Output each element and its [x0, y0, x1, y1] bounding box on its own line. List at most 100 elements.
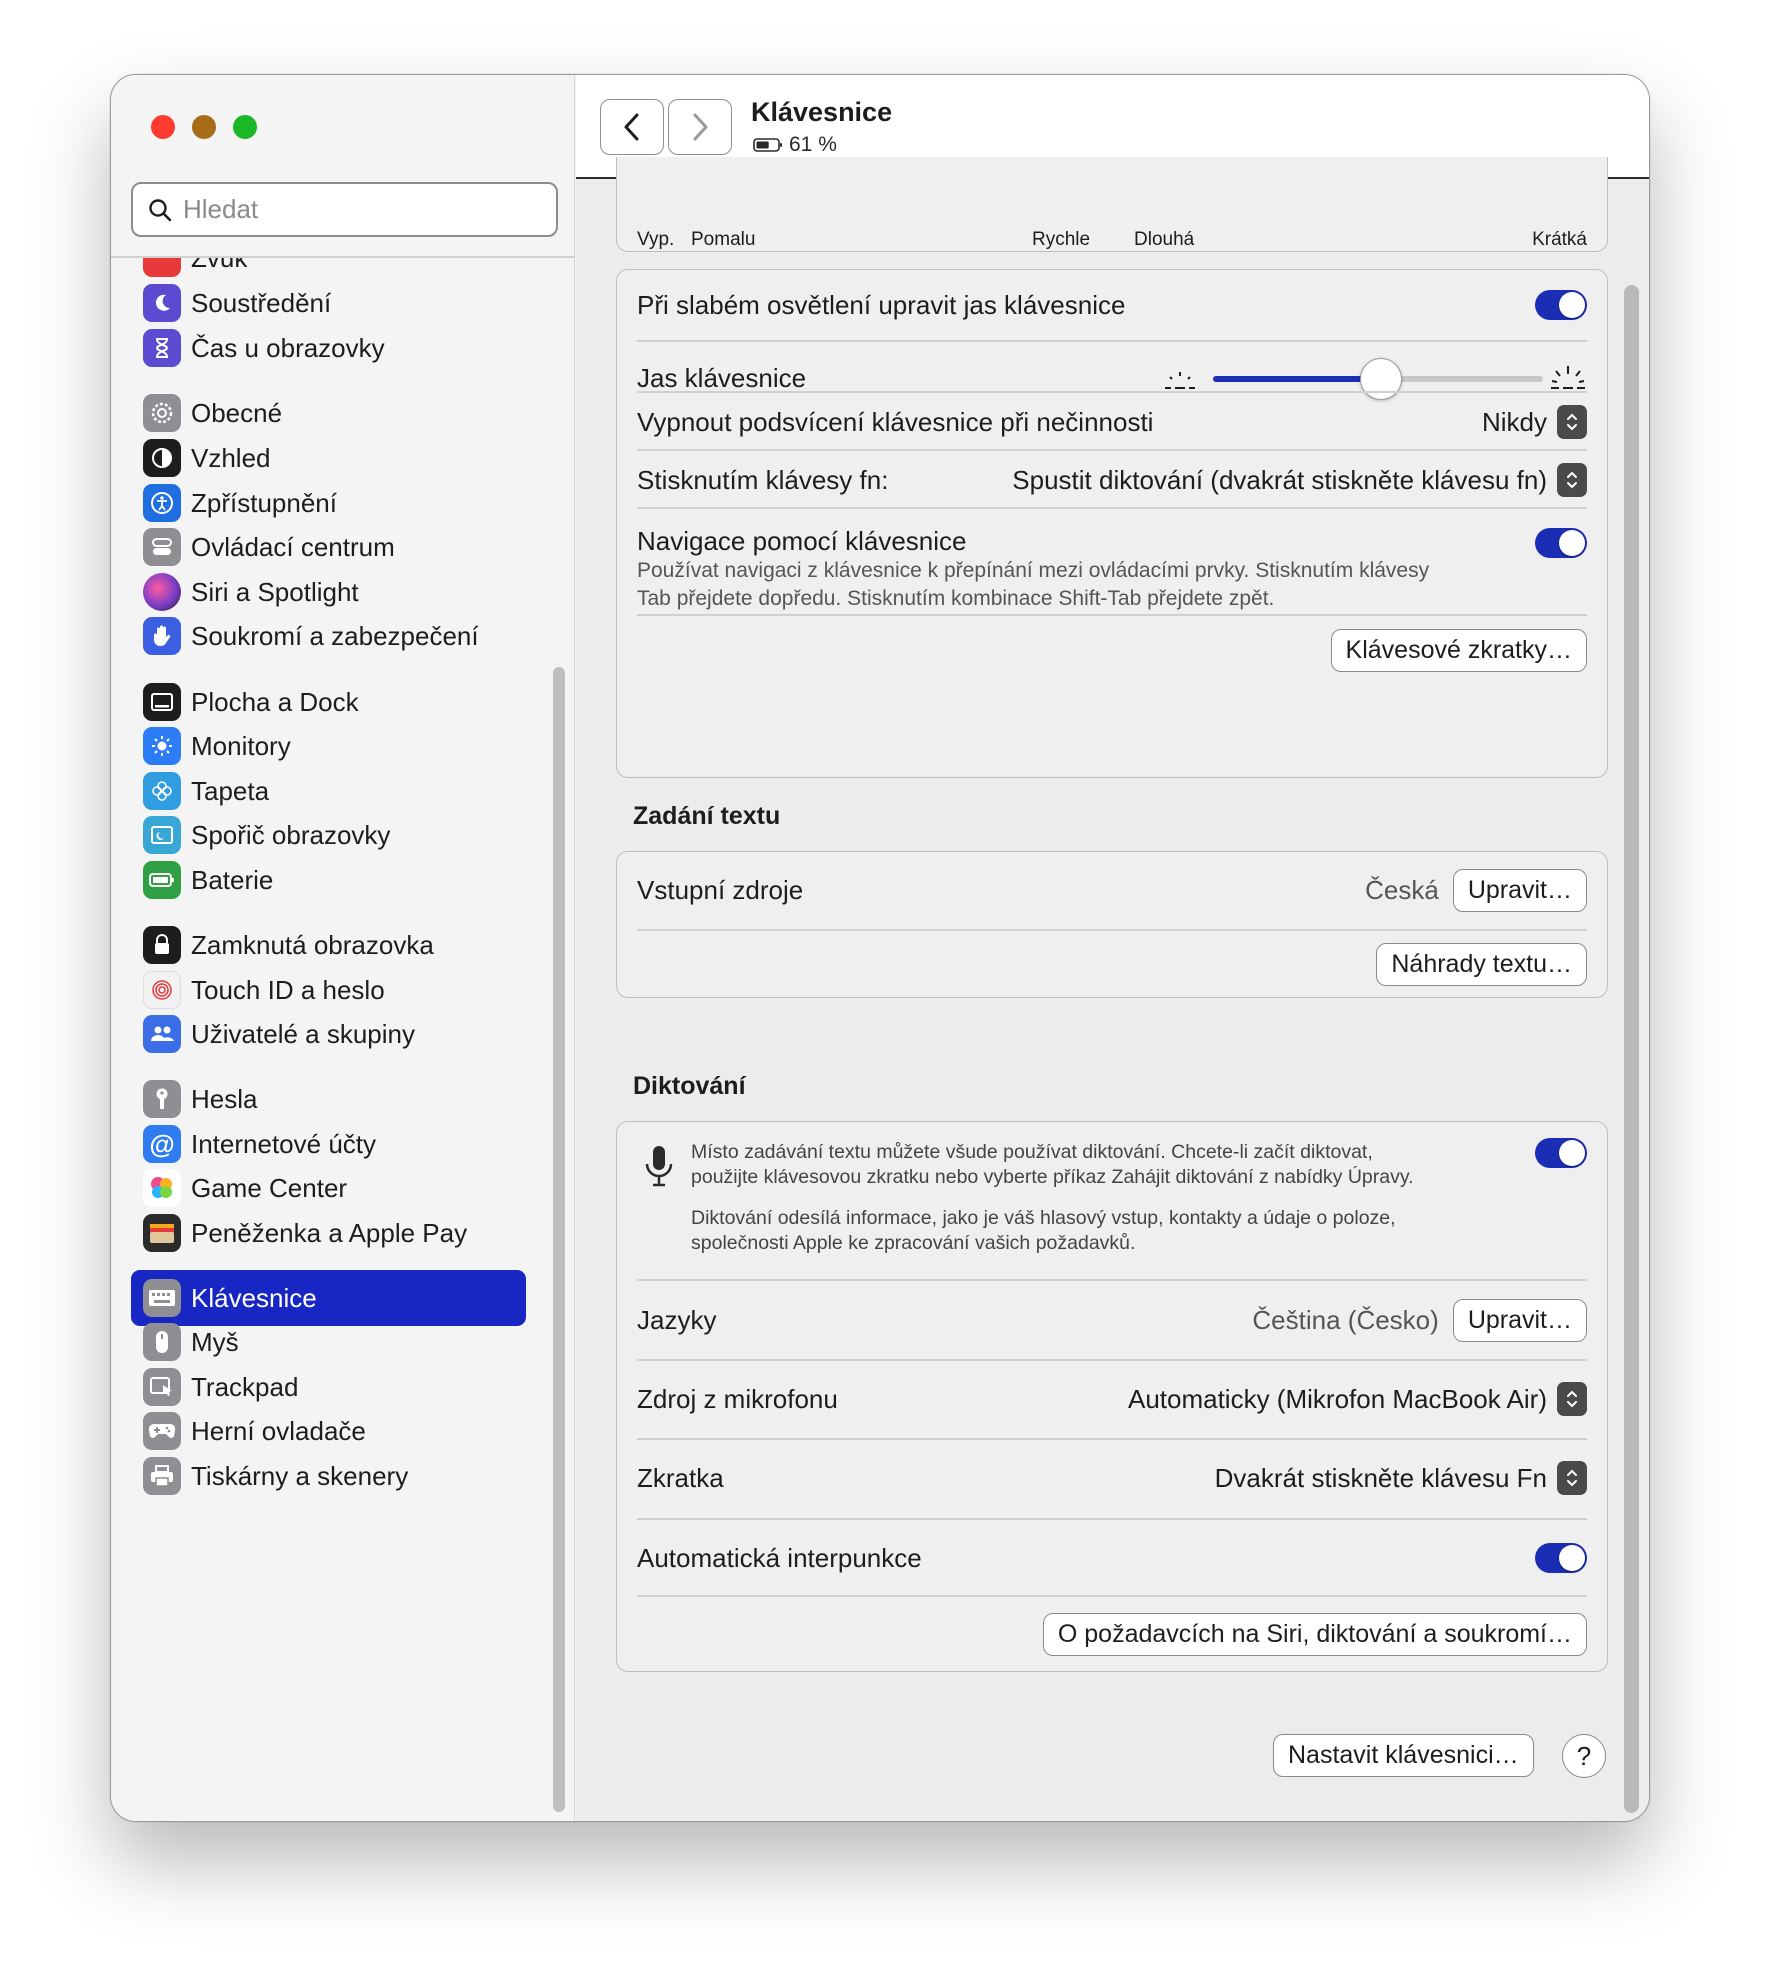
scale-label: Vyp. — [637, 229, 675, 250]
key-icon — [143, 1080, 181, 1118]
search-input[interactable] — [183, 194, 543, 225]
idle-off-value: Nikdy — [1481, 406, 1547, 437]
battery-status: 61 % — [753, 133, 837, 157]
microphone-source-label: Zdroj z mikrofonu — [637, 1383, 838, 1414]
scale-label: Krátká — [1532, 229, 1587, 250]
minimize-window-button[interactable] — [192, 115, 216, 139]
help-button[interactable]: ? — [1562, 1734, 1606, 1778]
dictation-card: Místo zadávání textu můžete všude použív… — [616, 1121, 1608, 1672]
battery-level-icon — [753, 138, 782, 152]
section-title-dictation: Diktování — [633, 1072, 746, 1100]
siri-privacy-button[interactable]: O požadavcích na Siri, diktování a soukr… — [1042, 1612, 1587, 1656]
sidebar-item-battery[interactable]: Baterie — [131, 852, 526, 908]
shortcut-value: Dvakrát stiskněte klávesu Fn — [1214, 1462, 1547, 1493]
sidebar-item-label: Herní ovladače — [191, 1415, 366, 1446]
sidebar-item-wallet[interactable]: Peněženka a Apple Pay — [131, 1205, 526, 1261]
keyboard-shortcuts-button[interactable]: Klávesové zkratky… — [1330, 628, 1587, 672]
keyboard-nav-label: Navigace pomocí klávesnice — [637, 526, 967, 556]
microphone-source-popup[interactable]: Automaticky (Mikrofon MacBook Air) — [1128, 1382, 1587, 1416]
sidebar-item-label: Soukromí a zabezpečení — [191, 620, 479, 651]
sidebar-item-label: Internetové účty — [191, 1128, 376, 1159]
shortcut-popup[interactable]: Dvakrát stiskněte klávesu Fn — [1215, 1461, 1587, 1495]
sidebar-item-users[interactable]: Uživatelé a skupiny — [131, 1006, 526, 1062]
idle-off-row: Vypnout podsvícení klávesnice při nečinn… — [637, 392, 1587, 452]
search-field[interactable] — [131, 182, 558, 237]
fn-key-popup[interactable]: Spustit diktování (dvakrát stiskněte klá… — [1012, 463, 1587, 497]
sidebar-item-label: Monitory — [191, 730, 291, 761]
sidebar-item-privacy[interactable]: Soukromí a zabezpečení — [131, 608, 526, 664]
battery-percent: 61 % — [789, 133, 837, 156]
keyboard-nav-row: Navigace pomocí klávesnice Používat navi… — [637, 518, 1587, 613]
mouse-icon — [143, 1323, 181, 1361]
languages-value: Čeština (Česko) — [1252, 1304, 1439, 1335]
sidebar-item-label: Vzhled — [191, 442, 271, 473]
sidebar-list[interactable]: Zvuk Soustředění Čas u obrazovky Obecné … — [111, 258, 557, 1814]
sidebar-scrollbar[interactable] — [553, 667, 565, 1812]
description-line: Diktování odesílá informace, jako je váš… — [691, 1207, 1396, 1229]
dock-icon — [143, 683, 181, 721]
dictation-description: Místo zadávání textu můžete všude použív… — [691, 1140, 1414, 1256]
microphone-source-value: Automaticky (Mikrofon MacBook Air) — [1127, 1383, 1547, 1414]
keyboard-nav-toggle[interactable] — [1535, 528, 1587, 558]
sidebar-item-label: Siri a Spotlight — [191, 576, 359, 607]
sidebar-item-printers[interactable]: Tiskárny a skenery — [131, 1448, 526, 1504]
dictation-toggle[interactable] — [1535, 1138, 1587, 1168]
description-line: společnosti Apple ke zpracování vašich p… — [691, 1232, 1136, 1254]
idle-off-popup[interactable]: Nikdy — [1482, 405, 1587, 439]
sidebar-item-label: Obecné — [191, 397, 283, 428]
fn-key-label: Stisknutím klávesy fn: — [637, 464, 889, 495]
sidebar-item-label: Game Center — [191, 1172, 348, 1203]
popup-stepper-icon — [1557, 463, 1587, 497]
auto-brightness-row: Při slabém osvětlení upravit jas klávesn… — [637, 270, 1587, 340]
sidebar-item-label: Trackpad — [191, 1371, 299, 1402]
at-icon: @ — [143, 1125, 181, 1163]
auto-punctuation-toggle[interactable] — [1535, 1543, 1587, 1573]
close-window-button[interactable] — [151, 115, 175, 139]
sidebar-item-screen-time[interactable]: Čas u obrazovky — [131, 320, 526, 376]
gear-icon — [143, 394, 181, 432]
description-line: použijte klávesovou zkratku nebo vyberte… — [691, 1166, 1414, 1188]
keyboard-nav-description: Používat navigaci z klávesnice k přepíná… — [637, 557, 1429, 613]
flower-icon — [143, 772, 181, 810]
forward-button[interactable] — [668, 99, 732, 155]
window-controls — [151, 115, 257, 139]
sidebar-item-label: Touch ID a heslo — [191, 974, 385, 1005]
chevron-left-icon — [624, 113, 639, 141]
scale-label: Rychle — [1032, 229, 1091, 250]
dictation-toggle-row: Místo zadávání textu můžete všude použív… — [637, 1122, 1587, 1279]
accessibility-icon — [143, 484, 181, 522]
sidebar-item-label: Čas u obrazovky — [191, 332, 385, 363]
moon-icon — [143, 284, 181, 322]
sidebar-item-label: Baterie — [191, 864, 274, 895]
zoom-window-button[interactable] — [233, 115, 257, 139]
divider — [637, 507, 1587, 509]
setup-keyboard-button[interactable]: Nastavit klávesnici… — [1273, 1734, 1534, 1777]
edit-languages-button[interactable]: Upravit… — [1452, 1298, 1587, 1342]
auto-brightness-label: Při slabém osvětlení upravit jas klávesn… — [637, 289, 1126, 320]
key-repeat-card-partial: Vyp. Pomalu Rychle Dlouhá Krátká — [616, 157, 1608, 252]
shortcut-label: Zkratka — [637, 1462, 724, 1493]
text-replacements-row: Náhrady textu… — [637, 930, 1587, 998]
edit-input-sources-button[interactable]: Upravit… — [1452, 869, 1587, 912]
search-icon — [149, 198, 172, 221]
text-replacements-button[interactable]: Náhrady textu… — [1376, 942, 1587, 986]
microphone-icon — [645, 1146, 673, 1187]
sidebar-item-label: Tapeta — [191, 775, 270, 806]
shortcuts-row: Klávesové zkratky… — [637, 615, 1587, 685]
auto-brightness-toggle[interactable] — [1535, 290, 1587, 320]
fingerprint-icon — [143, 971, 181, 1009]
main-scrollbar[interactable] — [1624, 285, 1639, 1813]
siri-icon — [143, 573, 181, 611]
sidebar-item-label: Uživatelé a skupiny — [191, 1018, 415, 1049]
languages-label: Jazyky — [637, 1304, 717, 1335]
input-sources-value: Česká — [1365, 875, 1439, 905]
idle-off-label: Vypnout podsvícení klávesnice při nečinn… — [637, 406, 1154, 437]
languages-row: Jazyky Čeština (Česko) Upravit… — [637, 1280, 1587, 1360]
battery-icon — [143, 861, 181, 899]
sidebar-item-label: Soustředění — [191, 287, 332, 318]
popup-stepper-icon — [1557, 405, 1587, 439]
description-line: Používat navigaci z klávesnice k přepíná… — [637, 559, 1430, 582]
back-button[interactable] — [600, 99, 664, 155]
backlight-card: Při slabém osvětlení upravit jas klávesn… — [616, 269, 1608, 778]
sidebar-item-label: Klávesnice — [191, 1282, 317, 1313]
